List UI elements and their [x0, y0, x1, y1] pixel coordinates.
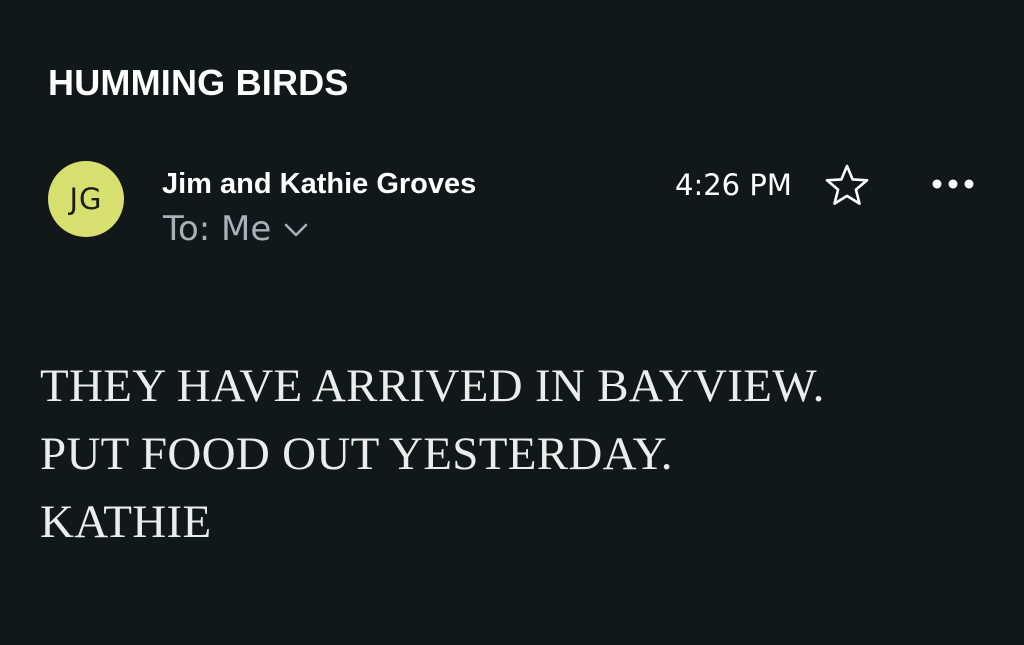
body-line: KATHIE: [40, 496, 212, 548]
email-time: 4:26 PM: [675, 168, 792, 202]
email-body: THEY HAVE ARRIVED IN BAYVIEW. PUT FOOD O…: [40, 352, 825, 556]
body-line: PUT FOOD OUT YESTERDAY.: [40, 428, 673, 480]
star-icon[interactable]: [824, 163, 870, 207]
sender-name[interactable]: Jim and Kathie Groves: [162, 168, 476, 201]
avatar-initials: JG: [69, 182, 103, 216]
email-subject: HUMMING BIRDS: [48, 62, 349, 103]
chevron-down-icon: [285, 223, 308, 237]
sender-avatar[interactable]: JG: [48, 161, 124, 237]
more-options-icon[interactable]: [930, 175, 976, 193]
recipient-toggle[interactable]: To: Me: [163, 209, 309, 249]
body-line: THEY HAVE ARRIVED IN BAYVIEW.: [40, 360, 825, 412]
recipient-label: To: Me: [163, 209, 272, 249]
